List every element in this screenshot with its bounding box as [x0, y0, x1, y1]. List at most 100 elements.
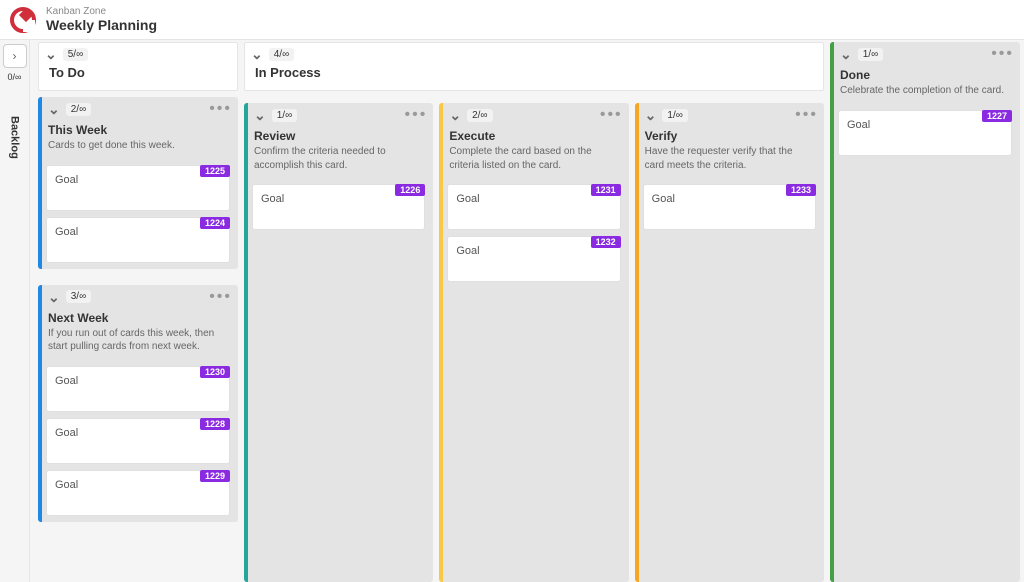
- card[interactable]: 1231 Goal: [447, 184, 620, 230]
- lane-title: Review: [244, 125, 433, 145]
- lane-verify[interactable]: ⌄ 1/∞ ••• Verify Have the requester veri…: [635, 103, 824, 582]
- lane-desc: Cards to get done this week.: [38, 139, 238, 159]
- lane-desc: Celebrate the completion of the card.: [830, 84, 1020, 104]
- lane-next-week[interactable]: ⌄ 3/∞ ••• Next Week If you run out of ca…: [38, 285, 238, 522]
- card-badge: 1226: [395, 184, 425, 196]
- card-badge: 1232: [591, 236, 621, 248]
- card-badge: 1231: [591, 184, 621, 196]
- lane-desc: Complete the card based on the criteria …: [439, 145, 628, 178]
- chevron-right-icon: ›: [13, 49, 17, 63]
- lane-count: 2/∞: [467, 109, 492, 122]
- lane-accent: [439, 103, 443, 582]
- lane-execute[interactable]: ⌄ 2/∞ ••• Execute Complete the card base…: [439, 103, 628, 582]
- brand-title: Weekly Planning: [46, 17, 157, 33]
- lane-count: 2/∞: [66, 103, 91, 116]
- card-title: Goal: [456, 245, 611, 257]
- column-todo-title: To Do: [39, 65, 237, 90]
- lane-count: 1/∞: [858, 48, 883, 61]
- chevron-down-icon[interactable]: ⌄: [45, 47, 57, 61]
- backlog-count: 0/∞: [8, 72, 22, 82]
- card-title: Goal: [55, 427, 221, 439]
- column-inprocess-count: 4/∞: [269, 48, 294, 61]
- board: › 0/∞ Backlog ⌄ 5/∞ To Do ⌄ 2/∞: [0, 40, 1024, 582]
- lane-review[interactable]: ⌄ 1/∞ ••• Review Confirm the criteria ne…: [244, 103, 433, 582]
- card[interactable]: 1232 Goal: [447, 236, 620, 282]
- inprocess-sublanes: ⌄ 1/∞ ••• Review Confirm the criteria ne…: [244, 97, 824, 582]
- card[interactable]: 1230 Goal: [46, 366, 230, 412]
- card-title: Goal: [261, 193, 416, 205]
- todo-swimlanes: ⌄ 2/∞ ••• This Week Cards to get done th…: [38, 91, 238, 582]
- backlog-rail: › 0/∞ Backlog: [0, 40, 30, 582]
- lane-count: 3/∞: [66, 290, 91, 303]
- lane-accent: [244, 103, 248, 582]
- lane-review-wrap: ⌄ 1/∞ ••• Review Confirm the criteria ne…: [244, 97, 433, 582]
- card-badge: 1227: [982, 110, 1012, 122]
- card-badge: 1229: [200, 470, 230, 482]
- lane-desc: Have the requester verify that the card …: [635, 145, 824, 178]
- more-menu-icon[interactable]: •••: [795, 107, 818, 123]
- column-inprocess-title: In Process: [245, 65, 823, 90]
- brand-subtitle: Kanban Zone: [46, 6, 157, 17]
- chevron-down-icon[interactable]: ⌄: [645, 108, 657, 122]
- more-menu-icon[interactable]: •••: [405, 107, 428, 123]
- column-todo-head: ⌄ 5/∞ To Do: [38, 42, 238, 91]
- lane-accent: [635, 103, 639, 582]
- card-badge: 1224: [200, 217, 230, 229]
- card-badge: 1228: [200, 418, 230, 430]
- card[interactable]: 1227 Goal: [838, 110, 1012, 156]
- card[interactable]: 1233 Goal: [643, 184, 816, 230]
- lane-this-week[interactable]: ⌄ 2/∞ ••• This Week Cards to get done th…: [38, 97, 238, 269]
- chevron-down-icon[interactable]: ⌄: [254, 108, 266, 122]
- card-title: Goal: [55, 479, 221, 491]
- more-menu-icon[interactable]: •••: [991, 46, 1014, 62]
- lane-count: 1/∞: [662, 109, 687, 122]
- card[interactable]: 1228 Goal: [46, 418, 230, 464]
- chevron-down-icon[interactable]: ⌄: [251, 47, 263, 61]
- card[interactable]: 1225 Goal: [46, 165, 230, 211]
- card-badge: 1233: [786, 184, 816, 196]
- chevron-down-icon[interactable]: ⌄: [840, 47, 852, 61]
- column-todo: ⌄ 5/∞ To Do ⌄ 2/∞ ••• This Week Cards to…: [38, 42, 238, 582]
- chevron-down-icon[interactable]: ⌄: [48, 290, 60, 304]
- card-badge: 1225: [200, 165, 230, 177]
- lane-done[interactable]: ⌄ 1/∞ ••• Done Celebrate the completion …: [830, 42, 1020, 582]
- backlog-expand-button[interactable]: ›: [3, 44, 27, 68]
- columns-row: ⌄ 5/∞ To Do ⌄ 2/∞ ••• This Week Cards to…: [30, 40, 1024, 582]
- card[interactable]: 1226 Goal: [252, 184, 425, 230]
- lane-title: Verify: [635, 125, 824, 145]
- lane-title: Next Week: [38, 307, 238, 327]
- chevron-down-icon[interactable]: ⌄: [449, 108, 461, 122]
- card-title: Goal: [55, 226, 221, 238]
- lane-execute-wrap: ⌄ 2/∞ ••• Execute Complete the card base…: [439, 97, 628, 582]
- column-in-process: ⌄ 4/∞ In Process ⌄ 1/∞ ••• Review: [244, 42, 824, 582]
- lane-verify-wrap: ⌄ 1/∞ ••• Verify Have the requester veri…: [635, 97, 824, 582]
- card-badge: 1230: [200, 366, 230, 378]
- lane-accent: [38, 97, 42, 269]
- card-title: Goal: [652, 193, 807, 205]
- lane-desc: If you run out of cards this week, then …: [38, 327, 238, 360]
- lane-accent: [38, 285, 42, 522]
- lane-title: Done: [830, 64, 1020, 84]
- lane-title: Execute: [439, 125, 628, 145]
- card-title: Goal: [847, 119, 1003, 131]
- lane-desc: Confirm the criteria needed to accomplis…: [244, 145, 433, 178]
- column-done: ⌄ 1/∞ ••• Done Celebrate the completion …: [830, 42, 1020, 582]
- column-todo-count: 5/∞: [63, 48, 88, 61]
- chevron-down-icon[interactable]: ⌄: [48, 102, 60, 116]
- brand-block: Kanban Zone Weekly Planning: [46, 6, 157, 33]
- card[interactable]: 1229 Goal: [46, 470, 230, 516]
- more-menu-icon[interactable]: •••: [209, 101, 232, 117]
- lane-count: 1/∞: [272, 109, 297, 122]
- brand-logo: [10, 7, 36, 33]
- app-header: Kanban Zone Weekly Planning: [0, 0, 1024, 40]
- card-title: Goal: [456, 193, 611, 205]
- card-title: Goal: [55, 375, 221, 387]
- card-title: Goal: [55, 174, 221, 186]
- backlog-label: Backlog: [9, 116, 21, 159]
- card[interactable]: 1224 Goal: [46, 217, 230, 263]
- lane-accent: [830, 42, 834, 582]
- column-inprocess-head: ⌄ 4/∞ In Process: [244, 42, 824, 91]
- more-menu-icon[interactable]: •••: [209, 289, 232, 305]
- lane-title: This Week: [38, 119, 238, 139]
- more-menu-icon[interactable]: •••: [600, 107, 623, 123]
